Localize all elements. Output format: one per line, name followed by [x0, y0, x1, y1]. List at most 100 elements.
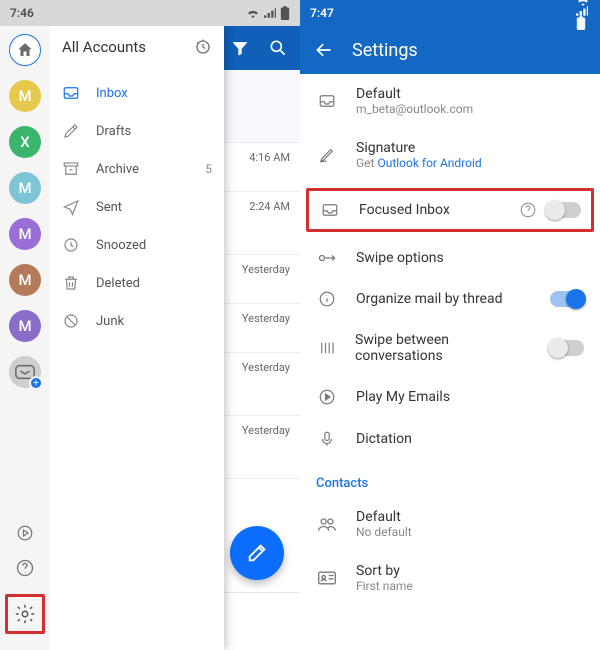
account-avatar[interactable]: M [9, 80, 41, 112]
settings-appbar: Settings [300, 26, 600, 74]
folder-count: 5 [205, 162, 212, 176]
toggle[interactable] [550, 291, 584, 307]
setting-swipe-options[interactable]: Swipe options [300, 238, 600, 278]
trash-icon [62, 274, 80, 292]
folder-inbox[interactable]: Inbox [50, 74, 224, 112]
play-icon [316, 388, 338, 406]
setting-sub: No default [356, 525, 412, 539]
folder-snoozed[interactable]: Snoozed [50, 226, 224, 264]
folder-junk[interactable]: Junk [50, 302, 224, 340]
setting-title: Swipe between conversations [355, 332, 532, 364]
account-avatar[interactable]: M [9, 264, 41, 296]
setting-sub: First name [356, 579, 413, 593]
clock: 7:47 [310, 6, 334, 20]
swipe-icon [316, 251, 338, 265]
add-account[interactable]: + [9, 356, 41, 388]
setting-play-emails[interactable]: Play My Emails [300, 376, 600, 418]
clock-icon [62, 236, 80, 254]
folder-sent[interactable]: Sent [50, 188, 224, 226]
setting-default-account[interactable]: Defaultm_beta@outlook.com [300, 74, 600, 128]
system-icons [576, 0, 590, 30]
compose-fab[interactable] [230, 526, 284, 580]
sent-icon [62, 198, 80, 216]
toggle[interactable] [550, 340, 584, 356]
setting-title: Play My Emails [356, 389, 450, 405]
folder-label: Snoozed [96, 238, 146, 253]
drafts-icon [62, 122, 80, 140]
account-avatar[interactable]: X [9, 126, 41, 158]
signal-icon [264, 8, 276, 18]
toggle[interactable] [547, 202, 581, 218]
setting-title: Default [356, 86, 473, 102]
accounts-title: All Accounts [62, 38, 146, 56]
statusbar-right: 7:47 [300, 0, 600, 26]
folder-archive[interactable]: Archive 5 [50, 150, 224, 188]
compose-icon [246, 542, 268, 564]
pen-icon [316, 146, 338, 164]
folder-label: Sent [96, 200, 122, 215]
clock: 7:46 [10, 6, 34, 20]
setting-title: Default [356, 509, 412, 525]
signal-icon [576, 6, 588, 16]
folder-label: Deleted [96, 276, 140, 291]
nav-drawer: MXMMMM+ All Accounts InboxDraftsArchive5… [0, 26, 224, 650]
wifi-icon [246, 8, 260, 18]
settings-list[interactable]: Defaultm_beta@outlook.comSignatureGet Ou… [300, 74, 600, 650]
folder-drafts[interactable]: Drafts [50, 112, 224, 150]
account-avatar[interactable]: M [9, 218, 41, 250]
statusbar-left: 7:46 [0, 0, 300, 26]
help-icon[interactable] [15, 558, 35, 578]
setting-swipe-convo[interactable]: Swipe between conversations [300, 320, 600, 376]
junk-icon [62, 312, 80, 330]
columns-icon [316, 339, 337, 357]
setting-sub: Get Outlook for Android [356, 156, 482, 170]
folder-label: Inbox [96, 86, 128, 101]
folder-deleted[interactable]: Deleted [50, 264, 224, 302]
system-icons [246, 6, 290, 20]
search-icon[interactable] [268, 38, 288, 58]
filter-icon[interactable] [230, 38, 250, 58]
setting-contacts-default[interactable]: DefaultNo default [300, 497, 600, 551]
setting-focused-inbox[interactable]: Focused Inbox [306, 188, 594, 232]
battery-icon [576, 16, 586, 30]
card-icon [316, 570, 338, 586]
settings-title: Settings [352, 40, 418, 61]
setting-organize-thread[interactable]: Organize mail by thread [300, 278, 600, 320]
setting-sub: m_beta@outlook.com [356, 102, 473, 116]
drawer-main: All Accounts Inbox Drafts Archive 5 Sent Snoo… [50, 26, 224, 650]
info-icon [316, 290, 338, 308]
settings-gear[interactable] [5, 594, 45, 634]
setting-title: Dictation [356, 431, 412, 447]
folder-label: Drafts [96, 124, 131, 139]
setting-signature[interactable]: SignatureGet Outlook for Android [300, 128, 600, 182]
setting-link[interactable]: Outlook for Android [377, 156, 481, 170]
mic-icon [316, 430, 338, 448]
account-rail: MXMMMM+ [0, 26, 50, 650]
dnd-icon[interactable] [194, 38, 212, 56]
section-contacts: Contacts [300, 460, 600, 497]
setting-title: Sort by [356, 563, 413, 579]
setting-title: Swipe options [356, 250, 444, 266]
battery-icon [280, 6, 290, 20]
play-icon[interactable] [16, 524, 34, 542]
phone-left: 7:46 Ad& Great Pr…ore. Free…4:16 AMbuild… [0, 0, 300, 650]
phone-right: 7:47 Settings Defaultm_beta@outlook.comS… [300, 0, 600, 650]
archive-icon [62, 160, 80, 178]
back-icon[interactable] [314, 40, 334, 60]
people-icon [316, 516, 338, 532]
inbox-icon [319, 201, 341, 219]
help-icon[interactable] [519, 201, 537, 219]
setting-dictation[interactable]: Dictation [300, 418, 600, 460]
inbox-icon [62, 84, 80, 102]
setting-title: Signature [356, 140, 482, 156]
folder-label: Junk [96, 314, 124, 329]
setting-title: Focused Inbox [359, 202, 450, 218]
setting-sort-by[interactable]: Sort byFirst name [300, 551, 600, 605]
inbox-icon [316, 92, 338, 110]
account-avatar[interactable]: M [9, 310, 41, 342]
folder-list: Inbox Drafts Archive 5 Sent Snoozed Deleted Jun… [50, 70, 224, 340]
account-avatar[interactable]: M [9, 172, 41, 204]
setting-title: Organize mail by thread [356, 291, 503, 307]
folder-label: Archive [96, 162, 139, 177]
account-home[interactable] [9, 34, 41, 66]
